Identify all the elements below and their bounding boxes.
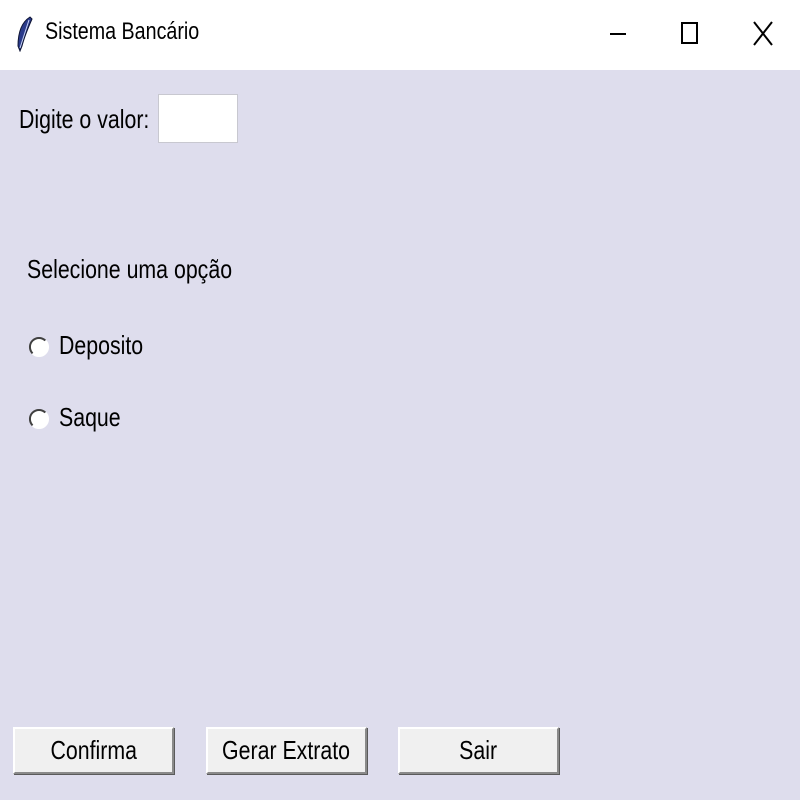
radio-saque-label: Saque (59, 402, 121, 432)
radio-deposito-label: Deposito (59, 330, 144, 360)
generate-statement-button[interactable]: Gerar Extrato (206, 727, 367, 774)
confirm-button-label: Confirma (50, 735, 137, 765)
feather-icon (17, 16, 33, 52)
confirm-button[interactable]: Confirma (13, 727, 174, 774)
title-bar[interactable]: Sistema Bancário (0, 0, 800, 70)
value-input[interactable] (158, 94, 238, 143)
window-title: Sistema Bancário (45, 18, 200, 45)
radio-circle-icon (28, 336, 50, 358)
value-label: Digite o valor: (19, 104, 150, 134)
minimize-button[interactable] (593, 10, 643, 60)
exit-button[interactable]: Sair (398, 727, 559, 774)
close-button[interactable] (738, 10, 788, 60)
maximize-button[interactable] (664, 10, 714, 60)
options-label: Selecione uma opção (27, 254, 233, 284)
exit-button-label: Sair (459, 735, 498, 765)
generate-statement-button-label: Gerar Extrato (222, 735, 351, 765)
maximize-icon (681, 22, 698, 44)
close-icon (753, 21, 773, 46)
minimize-icon (610, 33, 626, 35)
radio-circle-icon (28, 408, 50, 430)
